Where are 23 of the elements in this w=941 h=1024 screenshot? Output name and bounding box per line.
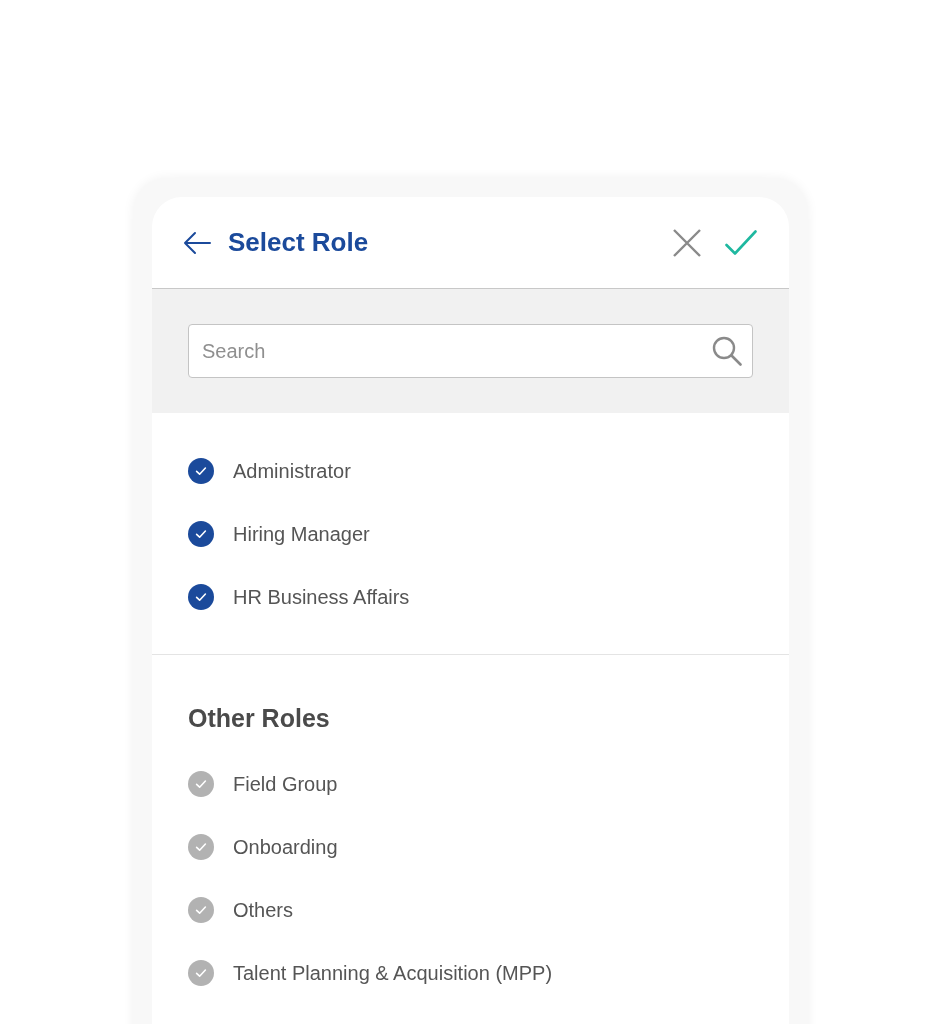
check-circle-icon[interactable]	[188, 583, 214, 610]
section-heading: Other Roles	[188, 703, 330, 734]
page-title: Select Role	[228, 226, 369, 259]
close-button[interactable]	[673, 228, 701, 257]
role-option[interactable]: Others	[188, 878, 753, 941]
confirm-button[interactable]	[725, 228, 757, 257]
role-option[interactable]: Talent Planning & Acquisition (MPP)	[188, 941, 753, 1004]
role-option[interactable]: Administrator	[188, 439, 753, 502]
check-icon	[725, 229, 757, 256]
role-option[interactable]: HR Business Affairs	[188, 565, 753, 628]
check-circle-icon[interactable]	[188, 770, 214, 797]
role-option[interactable]: Hiring Manager	[188, 502, 753, 565]
arrow-left-icon	[183, 230, 211, 255]
check-circle-icon[interactable]	[188, 457, 214, 484]
close-icon	[673, 228, 701, 257]
check-circle-icon[interactable]	[188, 833, 214, 860]
role-option[interactable]: Field Group	[188, 752, 753, 815]
search-field[interactable]: Search	[188, 324, 753, 378]
check-circle-icon[interactable]	[188, 959, 214, 986]
role-option[interactable]: Onboarding	[188, 815, 753, 878]
search-icon	[712, 336, 742, 366]
check-circle-icon[interactable]	[188, 896, 214, 923]
check-circle-icon[interactable]	[188, 520, 214, 547]
